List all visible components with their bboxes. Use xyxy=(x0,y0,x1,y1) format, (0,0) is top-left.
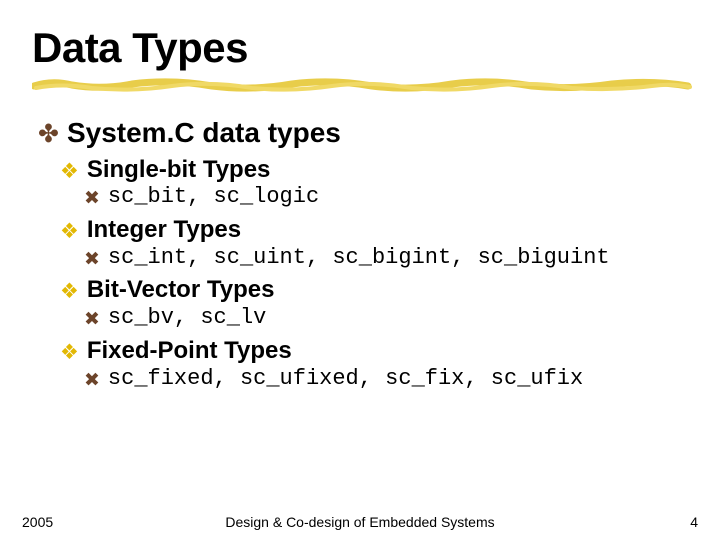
x-bullet-icon: ✖ xyxy=(84,308,100,332)
x-bullet-icon: ✖ xyxy=(84,187,100,211)
z-bullet-icon: ✤ xyxy=(38,120,59,149)
bullet-l2-text: Bit-Vector Types xyxy=(87,276,275,305)
bullet-l3-text: sc_int, sc_uint, sc_bigint, sc_biguint xyxy=(108,246,610,271)
slide-title: Data Types xyxy=(32,24,688,72)
bullet-l3-text: sc_bit, sc_logic xyxy=(108,185,319,210)
title-underline xyxy=(32,78,688,90)
slide: Data Types ✤ System.C data types ❖ Singl… xyxy=(0,0,720,391)
bullet-level2: ❖ Fixed-Point Types xyxy=(60,337,688,366)
bullet-level1: ✤ System.C data types xyxy=(38,116,688,150)
y-bullet-icon: ❖ xyxy=(60,340,79,365)
x-bullet-icon: ✖ xyxy=(84,248,100,272)
bullet-level2: ❖ Integer Types xyxy=(60,216,688,245)
bullet-l2-text: Fixed-Point Types xyxy=(87,337,292,366)
y-bullet-icon: ❖ xyxy=(60,159,79,184)
content: ✤ System.C data types ❖ Single-bit Types… xyxy=(32,116,688,391)
bullet-l3-text: sc_fixed, sc_ufixed, sc_fix, sc_ufix xyxy=(108,367,583,392)
footer: 2005 Design & Co-design of Embedded Syst… xyxy=(0,514,720,530)
y-bullet-icon: ❖ xyxy=(60,279,79,304)
bullet-level2: ❖ Bit-Vector Types xyxy=(60,276,688,305)
bullet-l3-text: sc_bv, sc_lv xyxy=(108,306,266,331)
bullet-level3: ✖ sc_int, sc_uint, sc_bigint, sc_biguint xyxy=(84,246,688,271)
y-bullet-icon: ❖ xyxy=(60,219,79,244)
footer-year: 2005 xyxy=(22,514,53,530)
bullet-l2-text: Integer Types xyxy=(87,216,241,245)
footer-page-number: 4 xyxy=(690,514,698,530)
scribble-icon xyxy=(32,78,692,92)
bullet-level2: ❖ Single-bit Types xyxy=(60,156,688,185)
bullet-l1-text: System.C data types xyxy=(67,116,341,150)
bullet-l2-text: Single-bit Types xyxy=(87,156,271,185)
x-bullet-icon: ✖ xyxy=(84,369,100,393)
bullet-level3: ✖ sc_fixed, sc_ufixed, sc_fix, sc_ufix xyxy=(84,367,688,392)
bullet-level3: ✖ sc_bv, sc_lv xyxy=(84,306,688,331)
footer-title: Design & Co-design of Embedded Systems xyxy=(225,514,494,531)
bullet-level3: ✖ sc_bit, sc_logic xyxy=(84,185,688,210)
